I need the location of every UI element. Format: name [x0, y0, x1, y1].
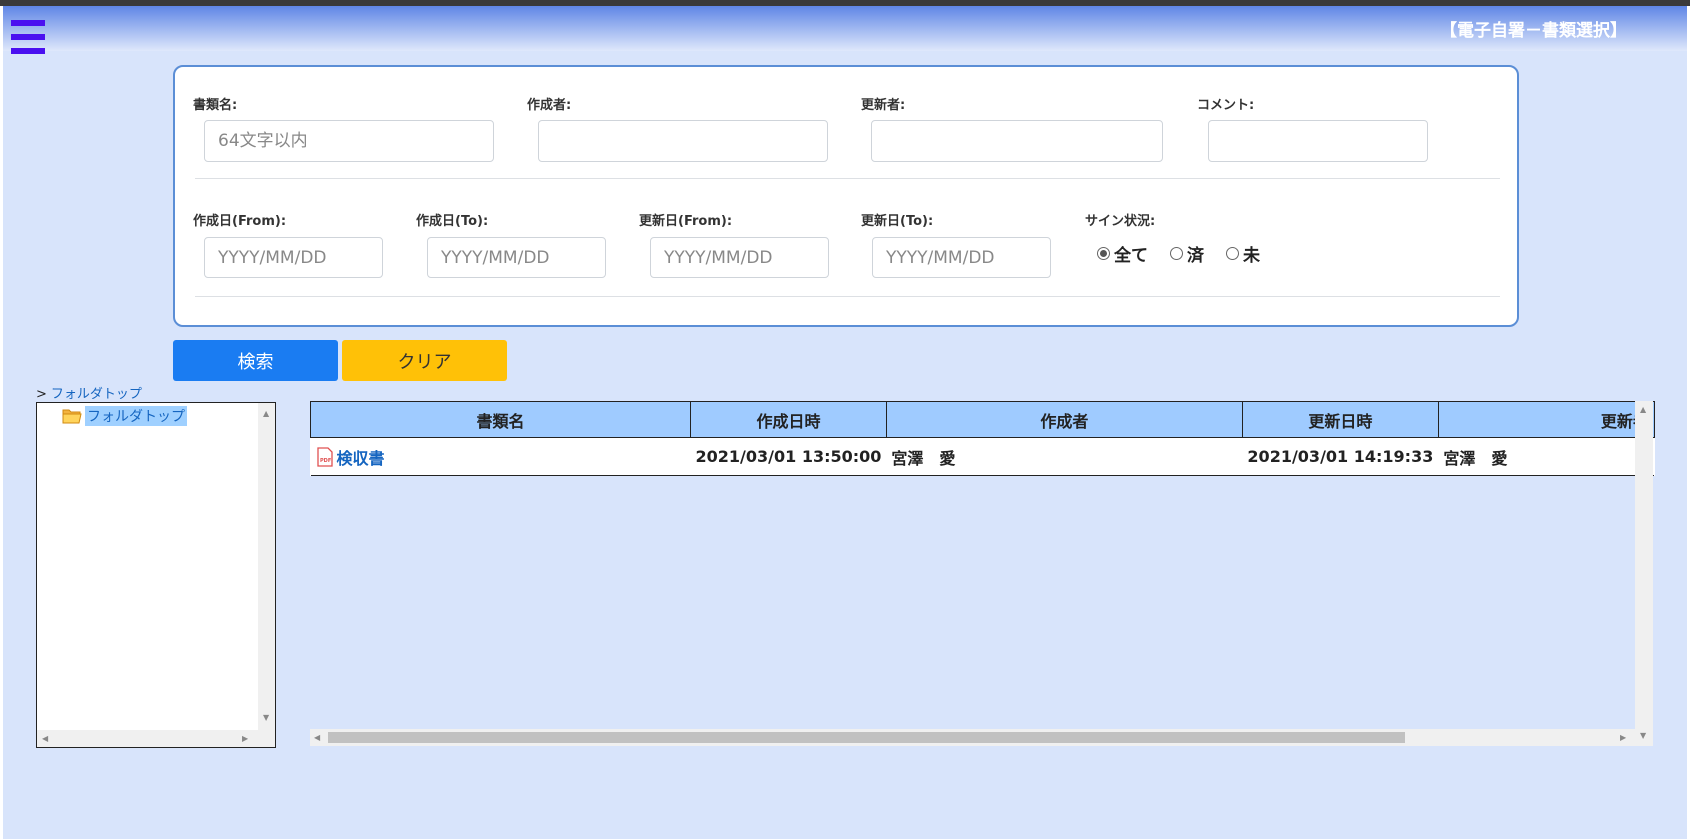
- folder-open-icon: [62, 409, 82, 424]
- radio-unchecked-icon: [1170, 247, 1183, 260]
- scrollbar-thumb[interactable]: [328, 732, 1405, 743]
- created-from-label: 作成日(From):: [193, 214, 287, 229]
- creator-label: 作成者:: [527, 98, 572, 113]
- column-header-doc-name[interactable]: 書類名: [310, 401, 691, 438]
- app-header: 【電子自署－書類選択】: [3, 6, 1687, 54]
- radio-pending[interactable]: 未: [1226, 241, 1260, 266]
- tree-vertical-scrollbar[interactable]: ▲ ▼: [258, 403, 275, 731]
- scroll-right-icon[interactable]: ▶: [242, 734, 248, 743]
- column-header-updater[interactable]: 更新者: [1437, 401, 1655, 438]
- search-panel: 書類名: 作成者: 更新者: コメント: 作成日(From): 作成日(To):…: [173, 65, 1519, 327]
- table-row[interactable]: PDF 検収書 2021/03/01 13:50:00 宮澤 愛 2021/03…: [310, 437, 1655, 476]
- column-header-creator[interactable]: 作成者: [885, 401, 1243, 438]
- radio-checked-icon: [1097, 247, 1110, 260]
- breadcrumb-link-folder-top[interactable]: フォルダトップ: [51, 387, 142, 402]
- updater-input[interactable]: [871, 120, 1163, 162]
- divider: [195, 296, 1500, 297]
- hamburger-menu-icon[interactable]: [11, 20, 45, 56]
- scroll-down-icon[interactable]: ▼: [263, 713, 269, 722]
- scroll-down-icon[interactable]: ▼: [1640, 731, 1646, 740]
- scroll-right-icon[interactable]: ▶: [1620, 733, 1626, 742]
- column-header-created[interactable]: 作成日時: [690, 401, 887, 438]
- clear-button[interactable]: クリア: [342, 340, 507, 381]
- column-header-updated[interactable]: 更新日時: [1241, 401, 1439, 438]
- radio-unchecked-icon: [1226, 247, 1239, 260]
- comment-label: コメント:: [1197, 98, 1255, 113]
- updated-from-label: 更新日(From):: [639, 214, 733, 229]
- breadcrumb-arrow: >: [36, 387, 47, 402]
- creator-input[interactable]: [538, 120, 828, 162]
- sign-status-label: サイン状況:: [1085, 214, 1156, 229]
- breadcrumb: > フォルダトップ: [36, 383, 142, 402]
- doc-name-label: 書類名:: [193, 98, 238, 113]
- cell-updater: 宮澤 愛: [1438, 437, 1655, 476]
- doc-link[interactable]: PDF 検収書: [316, 445, 686, 469]
- table-horizontal-scrollbar[interactable]: ◀ ▶: [310, 729, 1635, 746]
- cell-doc-name: PDF 検収書: [310, 437, 691, 476]
- search-button[interactable]: 検索: [173, 340, 338, 381]
- cell-creator: 宮澤 愛: [886, 437, 1243, 476]
- tree-item-folder-top[interactable]: フォルダトップ: [62, 406, 187, 426]
- cell-created: 2021/03/01 13:50:00: [690, 437, 887, 476]
- updated-from-input[interactable]: [650, 237, 829, 278]
- created-to-input[interactable]: [427, 237, 606, 278]
- doc-name-input[interactable]: [204, 120, 494, 162]
- document-table-container: 書類名 作成日時 作成者 更新日時 更新者 PDF 検収書 2021/03/01…: [310, 401, 1655, 746]
- comment-input[interactable]: [1208, 120, 1428, 162]
- scroll-up-icon[interactable]: ▲: [1640, 405, 1646, 414]
- pdf-icon: PDF: [316, 446, 333, 467]
- updater-label: 更新者:: [861, 98, 906, 113]
- page-title: 【電子自署－書類選択】: [1440, 21, 1627, 41]
- tree-item-label: フォルダトップ: [85, 406, 187, 426]
- scroll-up-icon[interactable]: ▲: [263, 409, 269, 418]
- scroll-left-icon[interactable]: ◀: [314, 733, 320, 742]
- updated-to-input[interactable]: [872, 237, 1051, 278]
- created-from-input[interactable]: [204, 237, 383, 278]
- table-vertical-scrollbar[interactable]: ▲ ▼: [1635, 401, 1653, 746]
- sign-status-radio-group: 全て 済 未: [1097, 241, 1282, 266]
- page: 【電子自署－書類選択】 書類名: 作成者: 更新者: コメント: 作成日(Fro…: [3, 6, 1687, 839]
- document-table: 書類名 作成日時 作成者 更新日時 更新者 PDF 検収書 2021/03/01…: [310, 401, 1655, 476]
- cell-updated: 2021/03/01 14:19:33: [1242, 437, 1439, 476]
- radio-done[interactable]: 済: [1170, 241, 1204, 266]
- svg-text:PDF: PDF: [320, 458, 331, 464]
- radio-all[interactable]: 全て: [1097, 241, 1148, 266]
- updated-to-label: 更新日(To):: [861, 214, 934, 229]
- created-to-label: 作成日(To):: [416, 214, 489, 229]
- scroll-left-icon[interactable]: ◀: [42, 734, 48, 743]
- tree-horizontal-scrollbar[interactable]: ◀ ▶: [37, 730, 275, 747]
- folder-tree: フォルダトップ ▲ ▼ ◀ ▶: [36, 402, 276, 748]
- divider: [195, 178, 1500, 179]
